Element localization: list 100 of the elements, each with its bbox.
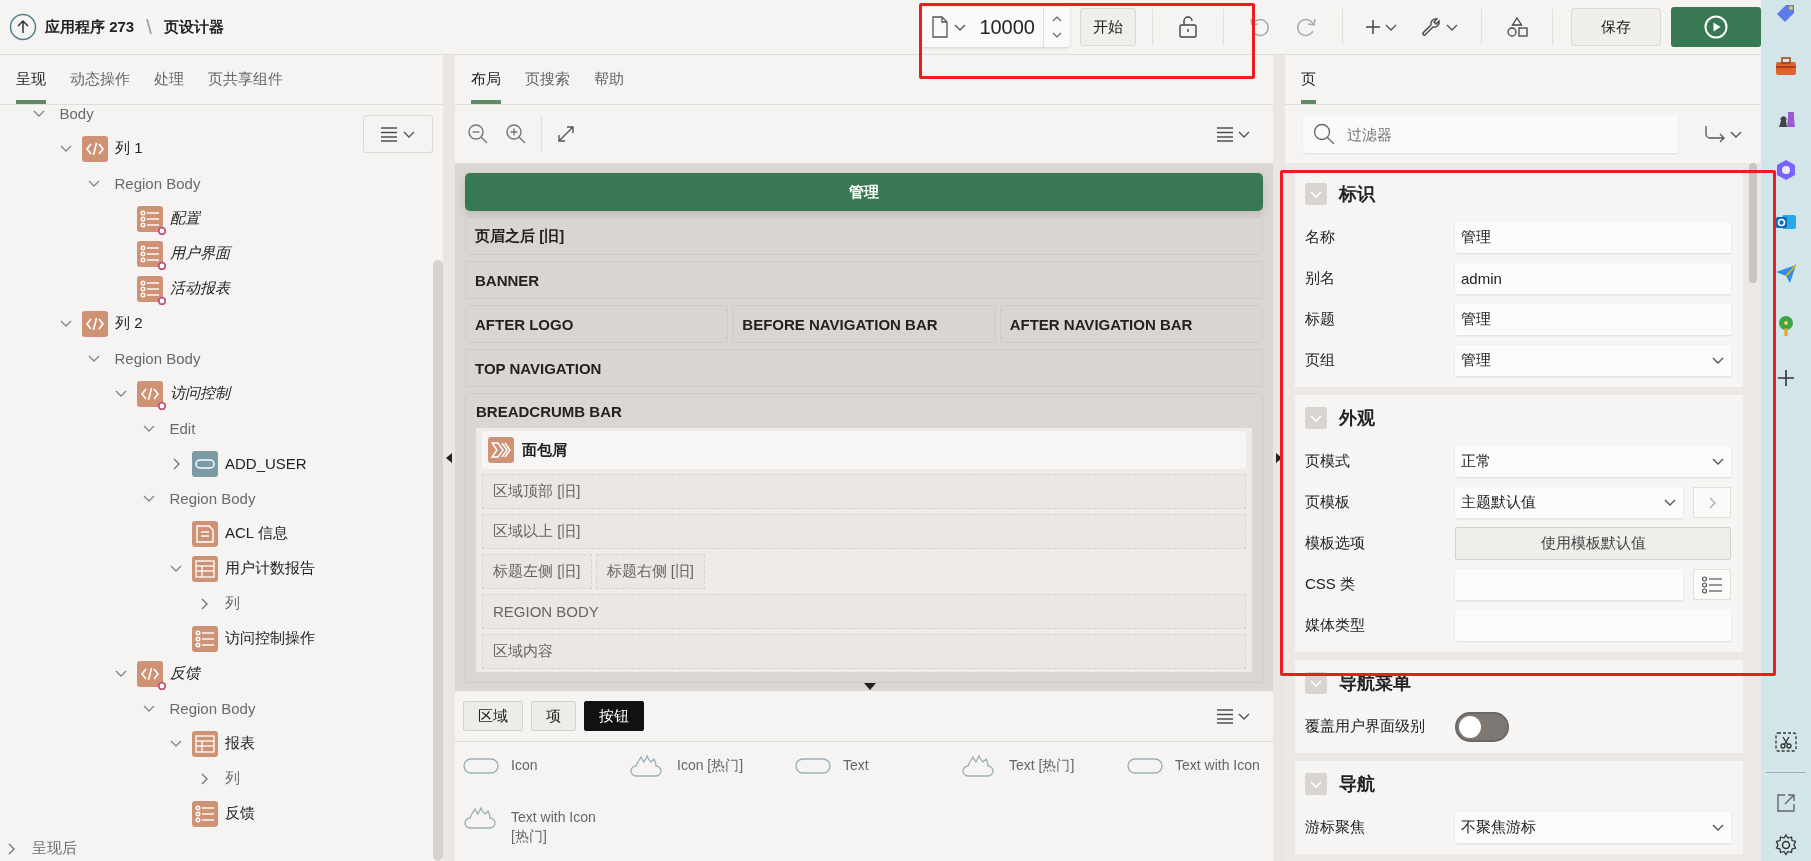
unlocked-padlock-icon[interactable] <box>1177 15 1199 39</box>
text-field[interactable] <box>1455 569 1683 600</box>
position-panel[interactable]: BEFORE NAVIGATION BAR <box>732 305 996 343</box>
position-panel[interactable]: TOP NAVIGATION <box>465 349 1263 387</box>
external-link-icon[interactable] <box>1774 791 1798 815</box>
collapse-toggle-icon[interactable] <box>1305 672 1327 694</box>
position-panel[interactable]: BREADCRUMB BAR 面包屑 区域顶部 [旧] 区域以上 [旧] 标题左侧 [旧] 标题右侧 [旧] REGION BODY 区域内容 <box>465 393 1263 683</box>
region-panel[interactable]: 面包屑 区域顶部 [旧] 区域以上 [旧] 标题左侧 [旧] 标题右侧 [旧] REGION BODY 区域内容 <box>476 428 1252 672</box>
tree-node-label[interactable]: 反馈 <box>170 664 200 683</box>
component-label[interactable]: Text <box>843 750 943 775</box>
text-field[interactable]: admin <box>1455 263 1731 294</box>
property-label: 覆盖用户界面级别 <box>1305 717 1426 736</box>
tab[interactable]: 页搜索 <box>525 55 570 104</box>
tree-node-label[interactable]: Region Body <box>114 175 201 192</box>
tree-node-label[interactable]: 活动报表 <box>170 279 230 298</box>
component-label[interactable]: Text [热门] <box>1009 750 1109 775</box>
region-slot[interactable]: REGION BODY <box>482 594 1246 629</box>
gallery-tab[interactable]: 区域 <box>463 701 523 731</box>
redo-icon[interactable] <box>1296 16 1318 38</box>
position-panel[interactable]: BANNER <box>465 261 1263 299</box>
tab[interactable]: 处理 <box>154 55 184 104</box>
tree-node-label[interactable]: Body <box>59 105 94 122</box>
component-label[interactable]: Text with Icon [热门] <box>511 802 611 846</box>
go-button[interactable]: 开始 <box>1080 8 1136 46</box>
position-panel[interactable]: AFTER LOGO <box>465 305 729 343</box>
toggle-switch[interactable] <box>1455 711 1509 742</box>
tab[interactable]: 动态操作 <box>70 55 130 104</box>
component-label[interactable]: Text with Icon <box>1175 750 1273 775</box>
tree-node-label[interactable]: 用户计数报告 <box>225 559 315 578</box>
region-slot[interactable]: 区域内容 <box>482 634 1246 669</box>
tree-node-label[interactable]: 列 2 <box>115 314 143 333</box>
plus-icon <box>1365 19 1381 35</box>
tab[interactable]: 帮助 <box>594 55 624 104</box>
scrollbar[interactable] <box>433 260 443 861</box>
collapse-toggle-icon[interactable] <box>1305 183 1327 205</box>
flame-cloud-icon <box>629 754 665 778</box>
run-page-button[interactable] <box>1671 7 1761 47</box>
undo-icon[interactable] <box>1248 16 1270 38</box>
app-link[interactable]: 应用程序 273 <box>45 17 135 37</box>
gallery-tab[interactable]: 项 <box>531 701 576 731</box>
region-slot[interactable]: 区域以上 [旧] <box>482 514 1246 549</box>
gallery-tab[interactable]: 按钮 <box>584 701 644 731</box>
region-slot[interactable]: 标题右侧 [旧] <box>595 554 706 589</box>
collapse-toggle-icon[interactable] <box>1305 407 1327 429</box>
region-header[interactable]: 面包屑 <box>482 431 1246 469</box>
region-slot[interactable]: 区域顶部 [旧] <box>482 474 1246 509</box>
breadcrumb-icon <box>488 437 514 463</box>
text-field[interactable] <box>1455 610 1731 641</box>
picker-button[interactable] <box>1693 569 1731 600</box>
expand-handle-icon[interactable] <box>1276 453 1282 463</box>
shapes-icon[interactable] <box>1506 16 1528 38</box>
flame-cloud-icon <box>463 806 499 830</box>
tree-node-label[interactable]: Region Body <box>114 350 201 367</box>
toolbox-icon[interactable] <box>1774 54 1798 78</box>
tab[interactable]: 页共享组件 <box>208 55 283 104</box>
select-field[interactable]: 管理 <box>1455 345 1731 376</box>
position-panel[interactable]: 页眉之后 [旧] <box>465 217 1263 255</box>
component-label[interactable]: Icon <box>511 750 611 775</box>
tree-node-label[interactable]: 列 <box>224 594 240 613</box>
tree-node-label[interactable]: ACL 信息 <box>225 524 288 543</box>
scrollbar[interactable] <box>1749 163 1757 283</box>
tree-node-label[interactable]: 列 1 <box>115 139 143 158</box>
tab[interactable]: 布局 <box>471 55 501 104</box>
expand-icon[interactable] <box>556 124 576 144</box>
component-label[interactable]: Icon [热门] <box>677 750 777 775</box>
tree-node-label[interactable]: 配置 <box>170 209 200 228</box>
copilot-icon[interactable] <box>1774 158 1798 182</box>
tree-menu-button[interactable] <box>363 115 433 153</box>
text-field[interactable]: 管理 <box>1455 222 1731 253</box>
collapse-handle-icon[interactable] <box>446 453 452 463</box>
tree-node-label[interactable]: Region Body <box>169 700 256 717</box>
save-button[interactable]: 保存 <box>1571 8 1661 46</box>
screenshot-icon[interactable] <box>1774 730 1798 754</box>
zoom-out-icon[interactable] <box>467 123 489 145</box>
select-field[interactable]: 不聚焦游标 <box>1455 812 1731 843</box>
page-number-field[interactable]: 10000 <box>973 15 1043 39</box>
settings-icon[interactable] <box>1774 833 1798 857</box>
template-options-button[interactable]: 使用模板默认值 <box>1455 527 1731 560</box>
text-field[interactable]: 管理 <box>1455 304 1731 335</box>
wrench-icon <box>1420 16 1442 38</box>
tree-node-label[interactable]: 报表 <box>225 734 255 753</box>
tree-node-label[interactable]: 反馈 <box>225 804 255 823</box>
tree-node-label[interactable]: Edit <box>169 420 196 437</box>
tree-node-label[interactable]: Region Body <box>169 490 256 507</box>
collapse-toggle-icon[interactable] <box>1305 773 1327 795</box>
zoom-in-icon[interactable] <box>505 123 527 145</box>
tab[interactable]: 页 <box>1301 55 1316 104</box>
tree-node-label[interactable]: ADD_USER <box>225 455 307 472</box>
tree-node-label[interactable]: 用户界面 <box>170 244 230 263</box>
page-title: 页设计器 <box>163 17 224 37</box>
tree-node-label[interactable]: 呈现后 <box>32 839 77 858</box>
select-field[interactable]: 正常 <box>1455 446 1731 477</box>
tree-node-label[interactable]: 访问控制操作 <box>225 629 315 648</box>
tab[interactable]: 呈现 <box>16 55 46 104</box>
tree-node-label[interactable]: 列 <box>224 769 240 788</box>
region-slot[interactable]: 标题左侧 [旧] <box>482 554 592 589</box>
tree-node-label[interactable]: 访问控制 <box>170 384 230 403</box>
filter-field[interactable]: 过滤器 <box>1303 115 1678 153</box>
select-field[interactable]: 主题默认值 <box>1455 487 1683 518</box>
position-panel[interactable]: AFTER NAVIGATION BAR <box>999 305 1263 343</box>
